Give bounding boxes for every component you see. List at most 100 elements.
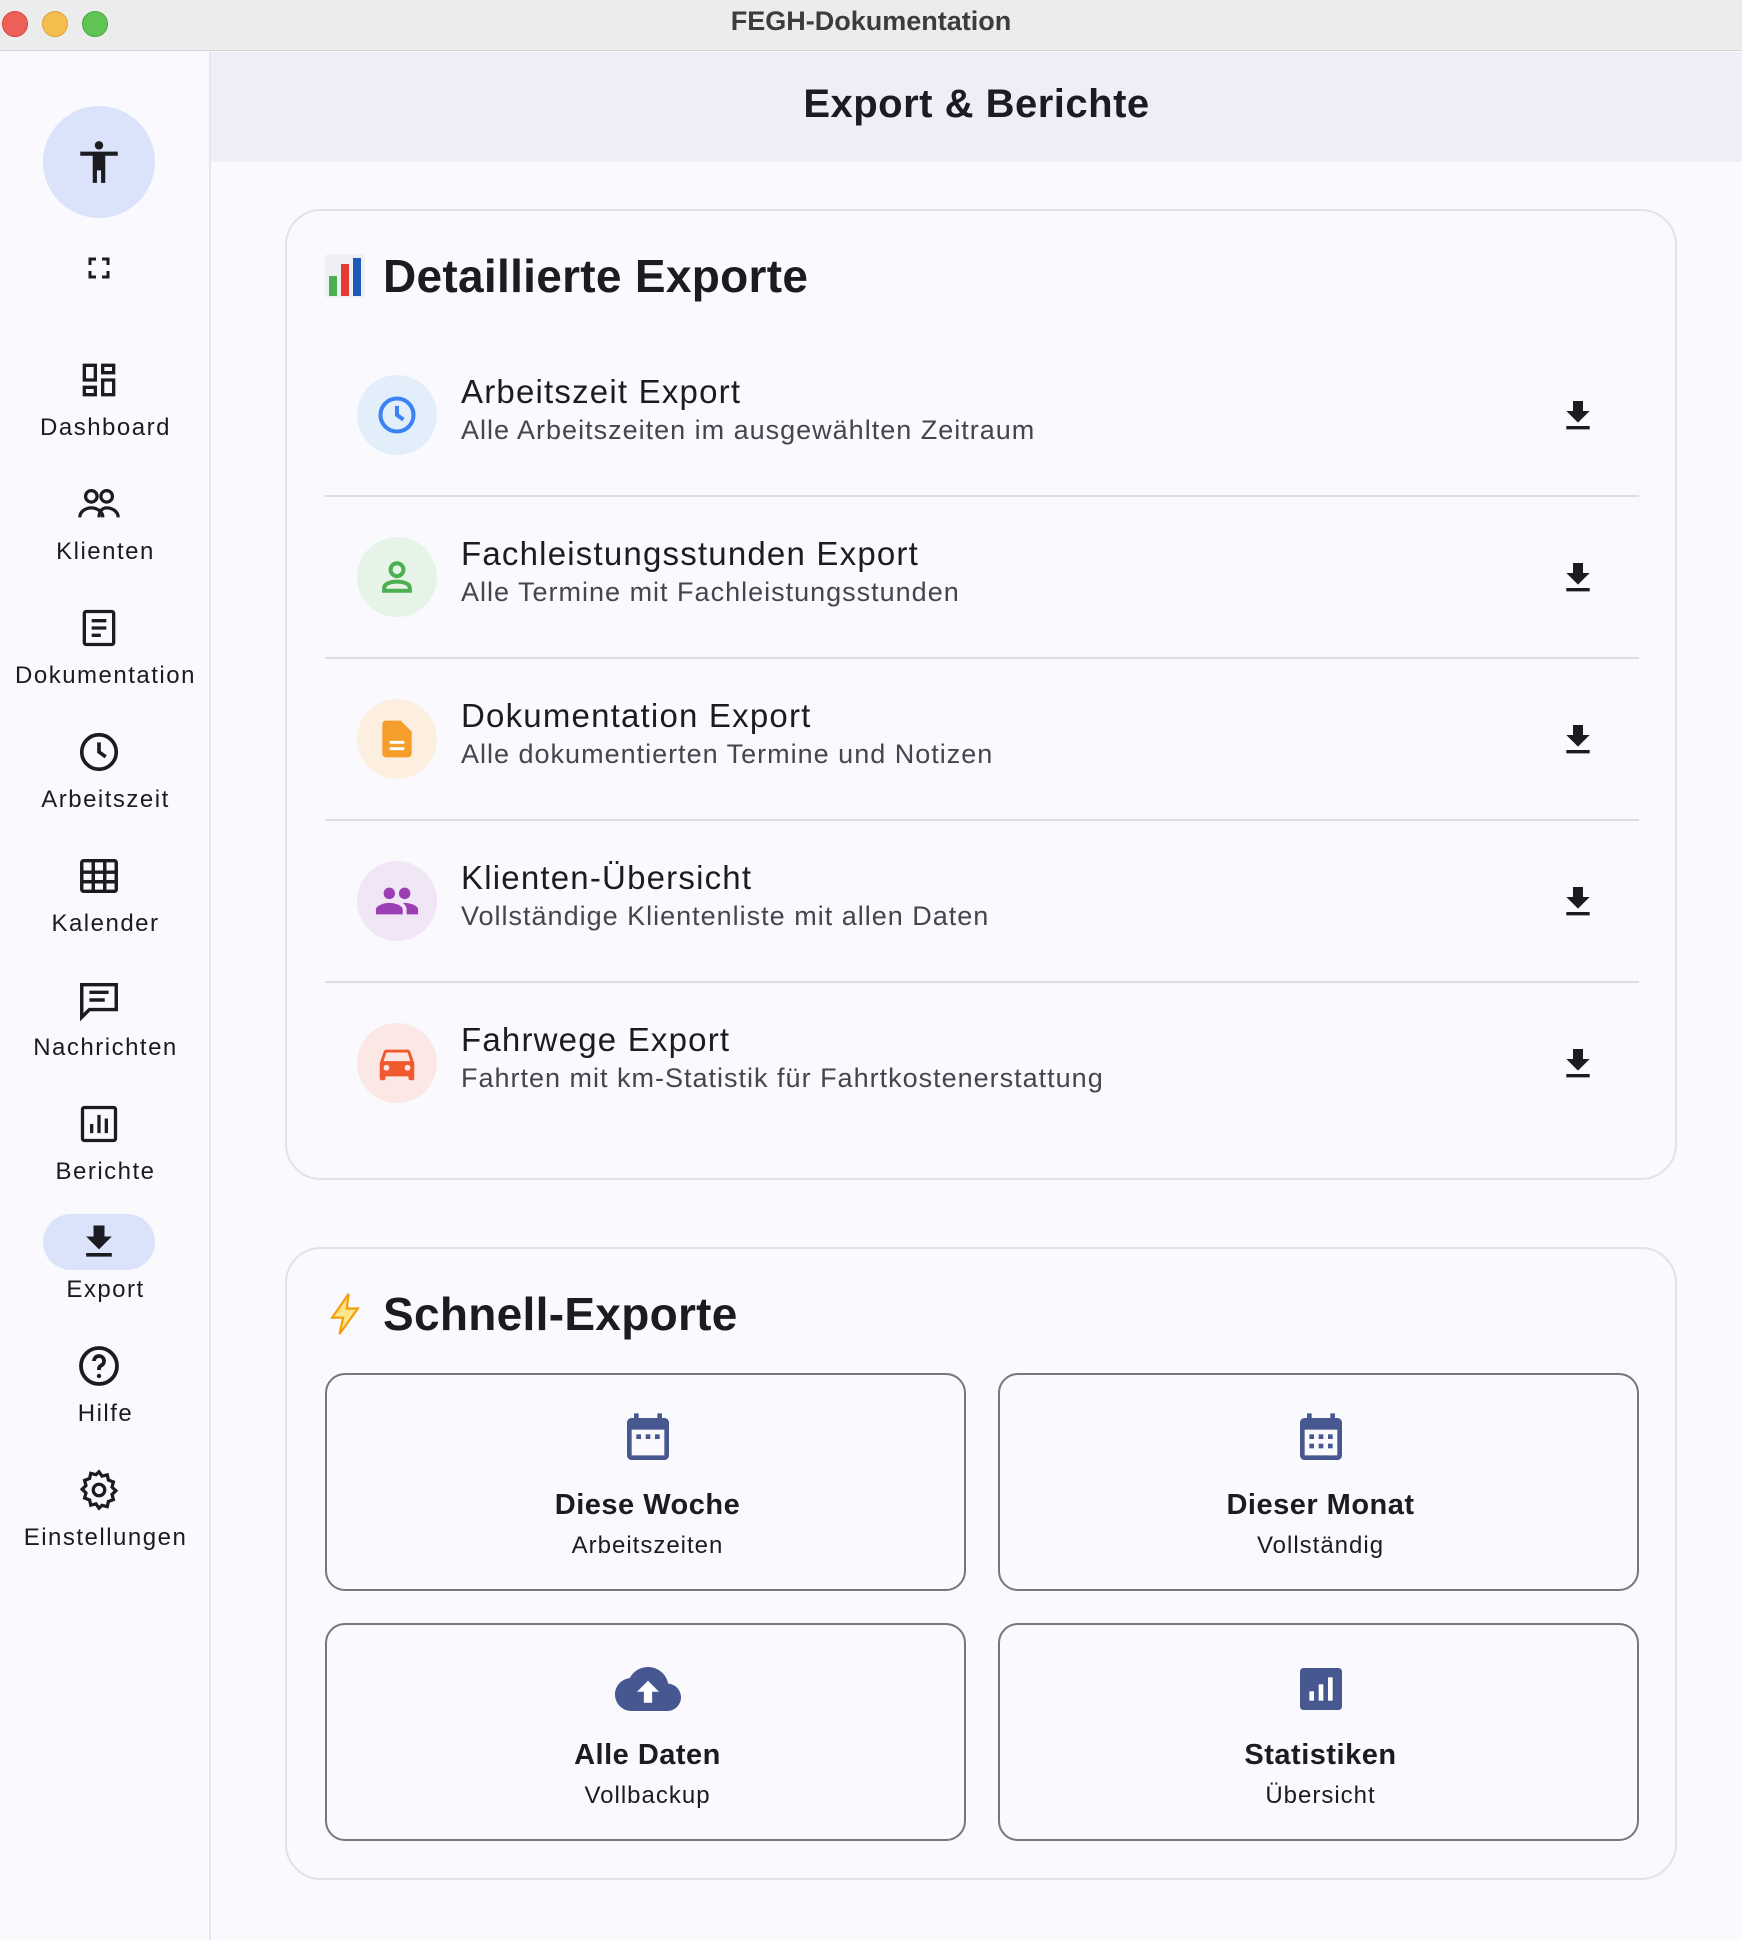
row-icon-circle [357,375,437,455]
nav-icon-container [43,848,155,904]
detailed-exports-title: Detaillierte Exporte [383,250,809,302]
row-title: Fahrwege Export [461,1021,731,1058]
quick-title: Statistiken [1244,1739,1397,1771]
row-subtitle: Vollständige Klientenliste mit allen Dat… [461,901,990,931]
accessibility-icon [80,141,118,183]
nav-icon-container [43,1338,155,1394]
row-subtitle: Fahrten mit km-Statistik für Fahrtkosten… [461,1063,1104,1093]
download-icon [86,1225,112,1257]
sidebar-item-berichte[interactable]: Berichte [0,1096,211,1206]
window-title: FEGH-Dokumentation [730,6,1012,36]
quick-export-month-button[interactable]: Dieser Monat Vollständig [998,1373,1639,1591]
row-icon-circle [357,699,437,779]
sidebar-item-arbeitszeit[interactable]: Arbeitszeit [0,724,211,834]
person-icon [382,561,412,593]
row-subtitle: Alle dokumentierten Termine und Notizen [461,739,994,769]
sidebar: Dashboard Klienten Dokumentation Arbeits… [0,52,211,1940]
calendar-week-icon [626,1413,669,1460]
dashboard-icon [82,363,116,397]
export-row-dokumentation[interactable]: Dokumentation Export Alle dokumentierten… [325,659,1639,821]
sidebar-item-dashboard[interactable]: Dashboard [0,352,211,462]
quick-exports-card: Schnell-Exporte Diese Woche Arbeitszeite… [285,1247,1677,1880]
nav-icon-container [43,352,155,408]
sidebar-item-label: Hilfe [77,1400,134,1427]
cloud-upload-icon [614,1667,681,1711]
nav-icon-container [43,1214,155,1270]
quick-title: Dieser Monat [1226,1489,1415,1521]
bar-chart-emoji-icon [325,254,365,298]
row-subtitle: Alle Termine mit Fachleistungsstunden [461,577,960,607]
quick-subtitle: Übersicht [1265,1782,1376,1809]
help-icon [79,1346,119,1386]
sidebar-item-kalender[interactable]: Kalender [0,848,211,958]
title-bar: FEGH-Dokumentation [0,0,1742,51]
nav-icon-container [43,476,155,532]
sidebar-item-label: Berichte [55,1158,156,1185]
quick-subtitle: Arbeitszeiten [571,1532,724,1559]
sidebar-item-export[interactable]: Export [0,1214,211,1324]
download-icon [1566,563,1590,592]
quick-exports-heading: Schnell-Exporte [325,1287,738,1341]
sidebar-item-label: Nachrichten [33,1034,178,1061]
fullscreen-icon [88,257,110,279]
clock-icon [79,732,119,772]
quick-icon-wrap [327,1411,968,1467]
page-title: Export & Berichte [803,82,1150,126]
download-button[interactable] [1553,553,1603,603]
download-icon [1566,887,1590,916]
sidebar-item-label: Kalender [51,910,160,937]
quick-icon-wrap [1000,1661,1641,1717]
quick-icon-wrap [1000,1411,1641,1467]
export-row-klienten-uebersicht[interactable]: Klienten-Übersicht Vollständige Klienten… [325,821,1639,983]
calendar-month-icon [1299,1413,1342,1460]
row-icon-circle [357,1023,437,1103]
nav-icon-container [43,1462,155,1518]
row-icon-circle [357,537,437,617]
detailed-exports-heading: Detaillierte Exporte [325,249,808,303]
download-button[interactable] [1553,391,1603,441]
fullscreen-button[interactable] [79,248,119,288]
row-title: Fachleistungsstunden Export [461,535,919,572]
quick-export-statistics-button[interactable]: Statistiken Übersicht [998,1623,1639,1841]
quick-title: Alle Daten [574,1739,721,1771]
nav-icon-container [43,972,155,1028]
download-icon [1566,725,1590,754]
row-title: Dokumentation Export [461,697,812,734]
people-icon [375,887,419,915]
car-icon [379,1049,415,1081]
calendar-grid-icon [80,858,118,894]
document-icon [82,609,116,647]
export-row-fahrwege[interactable]: Fahrwege Export Fahrten mit km-Statistik… [325,983,1639,1145]
export-row-arbeitszeit[interactable]: Arbeitszeit Export Alle Arbeitszeiten im… [325,335,1639,497]
quick-title: Diese Woche [554,1489,741,1521]
export-row-fachleistungsstunden[interactable]: Fachleistungsstunden Export Alle Termine… [325,497,1639,659]
quick-icon-wrap [327,1661,968,1717]
row-subtitle: Alle Arbeitszeiten im ausgewählten Zeitr… [461,415,1036,445]
quick-export-week-button[interactable]: Diese Woche Arbeitszeiten [325,1373,966,1591]
report-icon [80,1105,118,1143]
sidebar-item-nachrichten[interactable]: Nachrichten [0,972,211,1082]
download-button[interactable] [1553,1039,1603,1089]
row-title: Arbeitszeit Export [461,373,742,410]
sidebar-item-klienten[interactable]: Klienten [0,476,211,586]
sidebar-item-label: Arbeitszeit [41,786,170,813]
download-button[interactable] [1553,877,1603,927]
nav-icon-container [43,1096,155,1152]
row-icon-circle [357,861,437,941]
download-button[interactable] [1553,715,1603,765]
sidebar-item-label: Einstellungen [23,1524,188,1551]
detailed-exports-card: Detaillierte Exporte Arbeitszeit Export … [285,209,1677,1180]
sidebar-item-einstellungen[interactable]: Einstellungen [0,1462,211,1572]
accessibility-button[interactable] [43,106,155,218]
quick-export-all-data-button[interactable]: Alle Daten Vollbackup [325,1623,966,1841]
clock-icon [378,396,416,434]
document-icon [382,720,412,758]
sidebar-item-hilfe[interactable]: Hilfe [0,1338,211,1448]
gear-icon [79,1469,119,1511]
sidebar-item-label: Klienten [56,538,155,565]
quick-subtitle: Vollständig [1256,1532,1385,1559]
sidebar-item-dokumentation[interactable]: Dokumentation [0,600,211,710]
download-icon [1566,1049,1590,1078]
page-header: Export & Berichte [211,52,1742,162]
message-icon [80,982,118,1022]
